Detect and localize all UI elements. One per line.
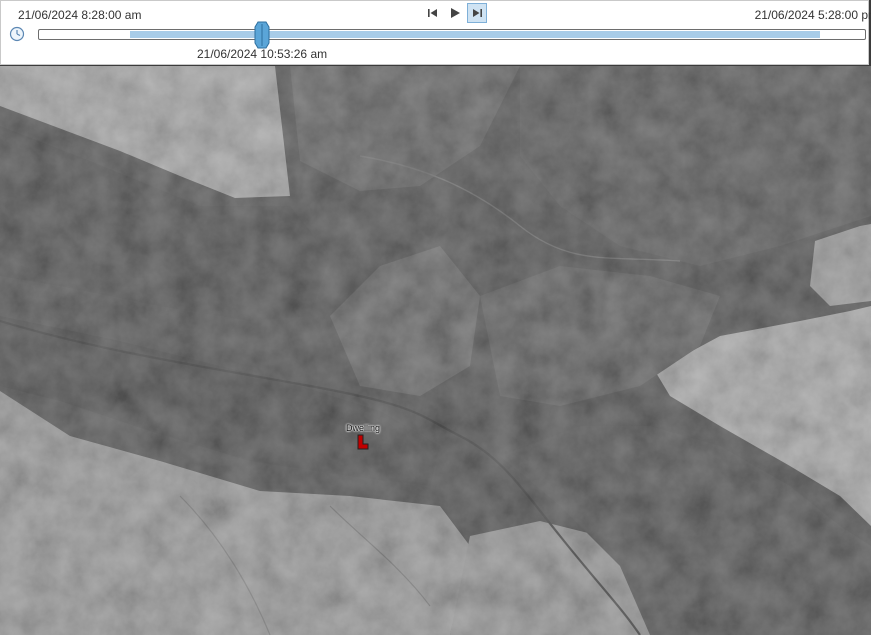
end-time-label: 21/06/2024 5:28:00 pm (754, 8, 871, 22)
skip-back-icon (428, 9, 437, 17)
dwelling-label: Dwelling (346, 423, 381, 433)
play-icon (451, 8, 460, 18)
skip-forward-icon (473, 9, 482, 17)
time-extent-bar[interactable] (129, 31, 820, 38)
start-time-label: 21/06/2024 8:28:00 am (18, 8, 142, 22)
play-button[interactable] (445, 3, 465, 23)
skip-back-button[interactable] (423, 3, 443, 23)
hillshade-map (0, 66, 871, 635)
time-slider-thumb[interactable] (253, 20, 271, 50)
clock-icon[interactable] (9, 26, 25, 42)
playback-controls (423, 3, 487, 23)
map-view[interactable] (0, 66, 871, 635)
time-track[interactable] (38, 29, 866, 40)
dwelling-marker[interactable] (356, 434, 370, 450)
skip-forward-button[interactable] (467, 3, 487, 23)
current-time-label: 21/06/2024 10:53:26 am (197, 47, 328, 61)
time-slider: 21/06/2024 8:28:00 am 21/06/2024 5:28:00… (0, 0, 871, 65)
